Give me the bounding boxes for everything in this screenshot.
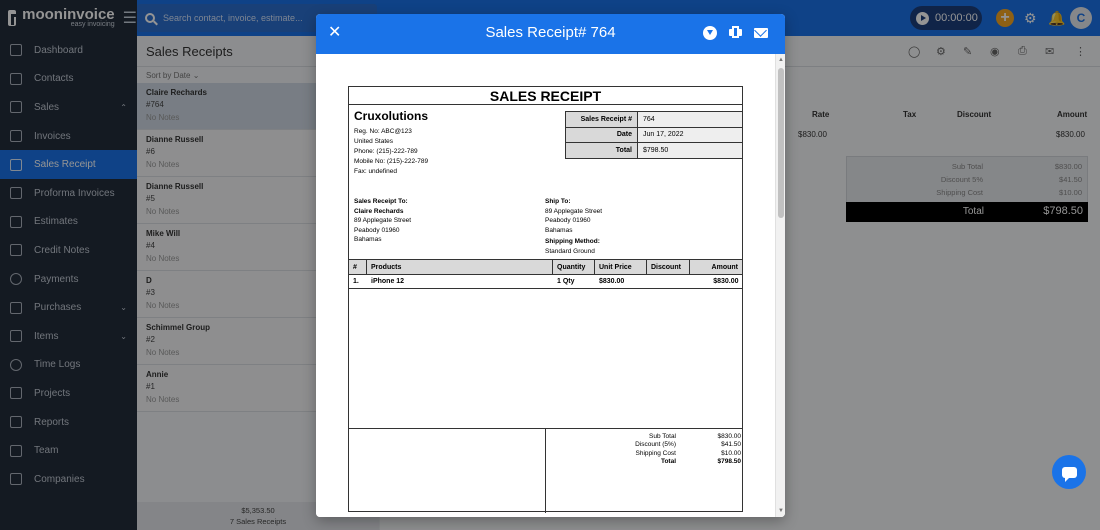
company-line: Mobile No: (215)-222-789 (354, 158, 429, 165)
meta-row: Date Jun 17, 2022 (565, 126, 743, 143)
item-number: 1. (353, 278, 359, 286)
receipt-meta-table: Sales Receipt #764 Date Jun 17, 2022 Tota… (565, 111, 743, 159)
meta-row: Sales Receipt #764 (565, 111, 743, 128)
modal-scrollbar[interactable]: ▲ ▼ (775, 54, 785, 517)
total-value: $41.50 (721, 441, 741, 449)
meta-value: Jun 17, 2022 (637, 126, 743, 143)
items-table: # Products Quantity Unit Price Discount … (348, 259, 743, 289)
address-line: Peabody 01960 (545, 217, 591, 224)
company-name: Cruxolutions (354, 109, 428, 123)
modal-body: SALES RECEIPT Cruxolutions Reg. No: ABC@… (316, 54, 785, 517)
address-line: 89 Applegate Street (354, 217, 412, 224)
bill-to-address: Sales Receipt To: Claire Rechards 89 App… (354, 197, 411, 245)
address-line: Bahamas (545, 226, 573, 234)
item-quantity: 1 Qty (557, 278, 575, 286)
meta-label: Sales Receipt # (565, 111, 638, 128)
meta-value: 764 (637, 111, 743, 128)
company-line: Reg. No: ABC@123 (354, 128, 412, 135)
chat-bubble-icon (1061, 466, 1077, 482)
email-icon[interactable] (754, 28, 768, 38)
meta-label: Total (565, 142, 638, 159)
total-label: Total (660, 457, 676, 465)
meta-row: Total $798.50 (565, 142, 743, 159)
document-totals: Sub Total $830.00 Discount (5%) $41.50 Shi… (581, 433, 741, 466)
notes-area (348, 429, 546, 513)
sales-receipt-preview-modal: ✕ Sales Receipt# 764 SALES RECEIPT Cruxo… (316, 14, 785, 517)
total-row: Shipping Cost $10.00 (581, 450, 741, 458)
address-line: Peabody 01960 (354, 226, 400, 234)
bill-to-label: Sales Receipt To: (354, 198, 408, 205)
total-row: Total $798.50 (581, 458, 741, 466)
total-row: Discount (5%) $41.50 (581, 441, 741, 449)
item-discount (647, 275, 690, 289)
total-row: Sub Total $830.00 (581, 433, 741, 441)
item-amount: $830.00 (713, 278, 739, 286)
column-header: Discount (646, 259, 690, 275)
receipt-document: SALES RECEIPT Cruxolutions Reg. No: ABC@… (348, 86, 743, 513)
bill-to-name: Claire Rechards (354, 207, 404, 215)
item-unit-price: $830.00 (599, 278, 625, 286)
shipping-method: Standard Ground (545, 247, 595, 255)
scroll-up-icon[interactable]: ▲ (778, 57, 784, 63)
company-line: Phone: (215)-222-789 (354, 148, 418, 155)
modal-header: ✕ Sales Receipt# 764 (316, 14, 785, 54)
scroll-thumb[interactable] (778, 68, 784, 218)
total-value: $10.00 (721, 449, 741, 457)
total-value: $798.50 (717, 457, 742, 465)
download-icon[interactable] (703, 26, 717, 40)
company-line: United States (354, 138, 394, 145)
column-header: Unit Price (594, 259, 647, 275)
column-header: Quantity (552, 259, 595, 275)
address-line: 89 Applegate Street (545, 207, 603, 215)
column-header: Products (366, 259, 553, 275)
total-label: Discount (5%) (635, 441, 676, 449)
address-line: Bahamas (354, 236, 382, 243)
chat-button[interactable] (1052, 455, 1086, 489)
items-header-row: # Products Quantity Unit Price Discount … (348, 259, 743, 275)
total-value: $830.00 (717, 433, 742, 440)
column-header: # (348, 259, 367, 275)
scroll-down-icon[interactable]: ▼ (778, 508, 784, 514)
document-heading: SALES RECEIPT (349, 87, 742, 105)
item-product: iPhone 12 (371, 278, 405, 286)
company-details: Reg. No: ABC@123 United States Phone: (2… (354, 127, 428, 177)
total-label: Shipping Cost (635, 449, 676, 457)
company-line: Fax: undefined (354, 168, 398, 175)
meta-value: $798.50 (637, 142, 743, 159)
column-header: Amount (689, 259, 743, 275)
ship-to-label: Ship To: (545, 198, 571, 205)
total-label: Sub Total (649, 433, 676, 440)
ship-to-address: Ship To: 89 Applegate Street Peabody 019… (545, 197, 602, 256)
items-area (348, 288, 743, 429)
meta-label: Date (565, 126, 638, 143)
print-icon[interactable] (729, 26, 743, 40)
shipping-method-label: Shipping Method: (545, 238, 600, 245)
table-row: 1. iPhone 12 1 Qty $830.00 $830.00 (349, 275, 743, 289)
